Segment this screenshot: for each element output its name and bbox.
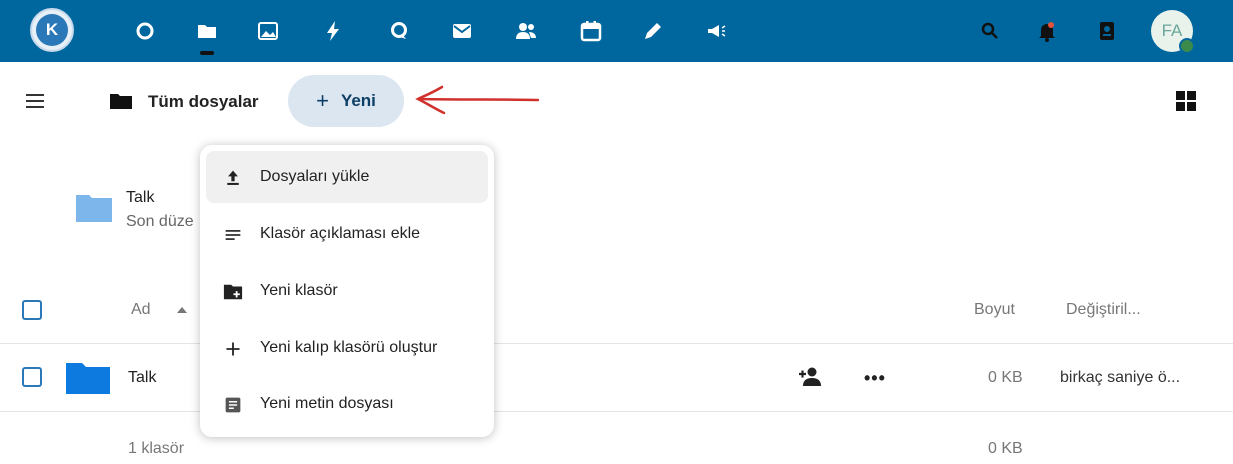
more-actions-icon[interactable]: ••• bbox=[864, 368, 886, 389]
sort-ascending-icon[interactable] bbox=[177, 306, 187, 314]
menu-item-label: Yeni metin dosyası bbox=[260, 395, 394, 412]
annotation-arrow bbox=[415, 85, 540, 115]
logo-letter: K bbox=[36, 14, 68, 46]
menu-item-label: Yeni kalıp klasörü oluştur bbox=[260, 339, 438, 356]
active-app-indicator bbox=[200, 51, 214, 55]
footer-summary: 1 klasör bbox=[128, 440, 185, 457]
calendar-icon[interactable] bbox=[578, 18, 604, 44]
upload-icon bbox=[222, 167, 244, 189]
column-header-size[interactable]: Boyut bbox=[974, 301, 1015, 319]
new-button-label: Yeni bbox=[340, 91, 376, 110]
menu-item-new-folder[interactable]: Yeni klasör bbox=[206, 265, 488, 317]
menu-item-new-template-folder[interactable]: Yeni kalıp klasörü oluştur bbox=[206, 322, 488, 374]
row-divider bbox=[0, 343, 1233, 344]
new-menu: Dosyaları yükle Klasör açıklaması ekle Y… bbox=[200, 145, 494, 437]
select-all-checkbox[interactable] bbox=[22, 300, 42, 320]
new-folder-icon bbox=[222, 281, 244, 303]
text-lines-icon bbox=[222, 224, 244, 246]
menu-item-new-text-file[interactable]: Yeni metin dosyası bbox=[206, 378, 488, 430]
folder-icon bbox=[110, 94, 132, 109]
description-subtitle: Son düze bbox=[126, 213, 194, 230]
contacts-icon[interactable] bbox=[513, 18, 539, 44]
activity-icon[interactable] bbox=[320, 18, 346, 44]
folder-icon[interactable] bbox=[66, 360, 110, 394]
description-folder-name[interactable]: Talk bbox=[126, 189, 154, 207]
notifications-icon[interactable] bbox=[1034, 18, 1060, 44]
dashboard-icon[interactable] bbox=[132, 18, 158, 44]
announcements-icon[interactable] bbox=[703, 18, 729, 44]
menu-item-add-folder-description[interactable]: Klasör açıklaması ekle bbox=[206, 208, 488, 260]
footer-size: 0 KB bbox=[988, 440, 1023, 457]
column-header-modified-label: Değiştiril... bbox=[1066, 301, 1141, 318]
user-avatar[interactable]: FA bbox=[1151, 10, 1195, 54]
photos-icon[interactable] bbox=[255, 18, 281, 44]
mail-icon[interactable] bbox=[449, 18, 475, 44]
navigation-toggle-icon[interactable] bbox=[26, 94, 44, 108]
menu-item-label: Dosyaları yükle bbox=[260, 168, 370, 185]
top-bar: K FA bbox=[0, 0, 1233, 62]
logo[interactable]: K bbox=[30, 8, 74, 52]
notes-icon[interactable] bbox=[640, 18, 666, 44]
file-size: 0 KB bbox=[988, 369, 1023, 386]
avatar-initials: FA bbox=[1161, 21, 1183, 40]
file-name-talk[interactable]: Talk bbox=[128, 369, 156, 387]
menu-item-label: Yeni klasör bbox=[260, 282, 338, 299]
breadcrumb-all-files[interactable]: Tüm dosyalar bbox=[148, 92, 259, 112]
share-icon[interactable] bbox=[797, 367, 823, 387]
file-modified: birkaç saniye ö... bbox=[1060, 369, 1181, 386]
folder-icon bbox=[76, 195, 112, 222]
talk-icon[interactable] bbox=[386, 18, 412, 44]
contacts-menu-icon[interactable] bbox=[1094, 18, 1120, 44]
menu-item-upload-files[interactable]: Dosyaları yükle bbox=[206, 151, 488, 203]
plus-icon bbox=[222, 338, 244, 360]
column-header-name[interactable]: Ad bbox=[131, 301, 151, 319]
search-icon[interactable] bbox=[977, 18, 1003, 44]
files-icon[interactable] bbox=[194, 18, 220, 44]
column-header-modified[interactable]: Değiştiril... bbox=[1066, 301, 1141, 319]
row-divider bbox=[0, 411, 1233, 412]
text-file-icon bbox=[222, 394, 244, 416]
menu-item-label: Klasör açıklaması ekle bbox=[260, 225, 421, 242]
online-status-badge bbox=[1179, 38, 1195, 54]
row-checkbox[interactable] bbox=[22, 367, 42, 387]
grid-view-icon[interactable] bbox=[1176, 91, 1196, 111]
plus-icon: + bbox=[316, 88, 329, 113]
new-button[interactable]: + Yeni bbox=[288, 75, 404, 127]
